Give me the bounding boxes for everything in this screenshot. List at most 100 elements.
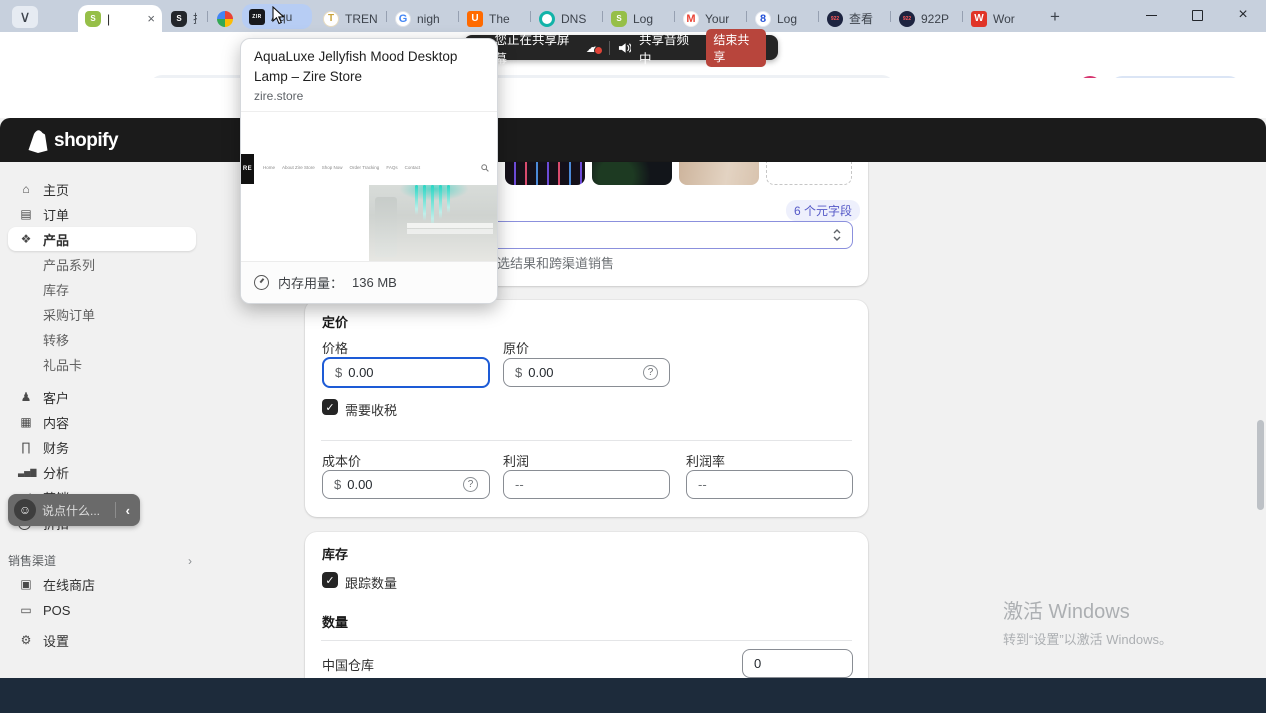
sidebar-item-gift-cards[interactable]: 礼品卡: [8, 352, 196, 376]
tab-close-icon[interactable]: ×: [147, 12, 155, 25]
sidebar-item-analytics[interactable]: ▃▅▇分析: [8, 460, 196, 484]
tab[interactable]: 8 Log: [748, 5, 816, 32]
price-input[interactable]: $ 0.00: [322, 357, 490, 388]
compare-price-input[interactable]: $ 0.00 ?: [503, 358, 670, 387]
screen: ∨ S | × S 搜索 Goo ZIR Aqu T TREN G nigh: [0, 0, 1266, 713]
blue-8-favicon: 8: [755, 11, 771, 27]
tab-divider: [746, 11, 747, 22]
inventory-title: 库存: [322, 544, 348, 563]
card-divider: [321, 640, 852, 641]
sidebar-item-collections[interactable]: 产品系列: [8, 252, 196, 276]
new-tab-button[interactable]: +: [1042, 5, 1068, 29]
cost-input[interactable]: $ 0.00 ?: [322, 470, 490, 499]
sidebar-item-home[interactable]: ⌂主页: [8, 177, 196, 201]
tab-divider: [207, 11, 208, 22]
tax-checkbox[interactable]: ✓: [322, 399, 338, 415]
pos-icon: ▭: [18, 603, 34, 617]
gmail-favicon: M: [683, 11, 699, 27]
sidebar-item-purchase-orders[interactable]: 采购订单: [8, 302, 196, 326]
audio-text: 共享音频中: [639, 29, 698, 67]
tab-hover-preview: AquaLuxe Jellyfish Mood Desktop Lamp – Z…: [240, 38, 498, 304]
preview-footer: 内存用量： 136 MB: [241, 261, 497, 303]
profit-input[interactable]: --: [503, 470, 670, 499]
sidebar-item-pos[interactable]: ▭POS: [8, 598, 196, 622]
sidebar-item-products[interactable]: ❖产品: [8, 227, 196, 251]
site-nav: Home About Zire Store Shop Now Order Tra…: [263, 165, 463, 170]
sales-channels-header[interactable]: 销售渠道 ›: [8, 552, 192, 569]
tab-active[interactable]: S | ×: [78, 5, 162, 32]
window-restore-button[interactable]: [1174, 0, 1220, 30]
window-minimize-button[interactable]: [1128, 0, 1174, 30]
scrollbar-thumb[interactable]: [1257, 420, 1264, 510]
product-photo: [369, 185, 497, 262]
product-thumbnail-beige[interactable]: [679, 162, 759, 185]
memory-value: 136 MB: [352, 275, 397, 290]
preview-title: AquaLuxe Jellyfish Mood Desktop Lamp – Z…: [254, 47, 482, 87]
sidebar-item-online-store[interactable]: ▣在线商店: [8, 572, 196, 596]
person-icon: ♟: [18, 390, 34, 404]
tab[interactable]: T TREN: [316, 5, 384, 32]
stop-share-button[interactable]: 结束共享: [706, 29, 766, 67]
assistant-input[interactable]: 说点什么...: [42, 502, 109, 519]
window-close-button[interactable]: ×: [1220, 0, 1266, 30]
tab-divider: [602, 11, 603, 22]
tab[interactable]: Goo: [210, 5, 240, 32]
tab[interactable]: W Wor: [964, 5, 1032, 32]
add-media-dropzone[interactable]: [766, 162, 852, 185]
media-icon: ▦: [18, 415, 34, 429]
google-g-favicon: G: [395, 11, 411, 27]
tag-icon: ❖: [18, 232, 34, 246]
cost-label: 成本价: [322, 451, 361, 470]
assistant-collapse-icon[interactable]: ‹: [122, 503, 134, 518]
922-favicon: 922: [827, 11, 843, 27]
help-icon[interactable]: ?: [463, 477, 478, 492]
assistant-avatar-icon: ☺: [14, 499, 36, 521]
tab[interactable]: 922 查看: [820, 5, 888, 32]
preview-url: zire.store: [254, 89, 303, 103]
tab-search-chevron-icon[interactable]: ∨: [12, 6, 38, 28]
margin-input[interactable]: --: [686, 470, 853, 499]
price-value: 0.00: [348, 365, 373, 380]
glass-cylinder: [375, 197, 397, 257]
compare-price-value: 0.00: [528, 365, 553, 380]
assistant-widget[interactable]: ☺ 说点什么... ‹: [8, 494, 140, 526]
memory-gauge-icon: [254, 275, 269, 290]
minimize-icon: [1146, 15, 1157, 16]
tab[interactable]: S 搜索: [164, 5, 204, 32]
sidebar-item-settings[interactable]: ⚙设置: [8, 628, 196, 652]
shopify-favicon: S: [611, 11, 627, 27]
tab-divider: [530, 11, 531, 22]
gear-icon: ⚙: [18, 633, 34, 647]
tab-divider: [962, 11, 963, 22]
lamp-glow: [399, 185, 469, 201]
sidebar-item-inventory[interactable]: 库存: [8, 277, 196, 301]
tab[interactable]: G nigh: [388, 5, 456, 32]
metafields-link[interactable]: 6 个元字段: [786, 200, 860, 221]
zire-favicon: ZIR: [249, 9, 265, 25]
product-thumbnail-jellyfish[interactable]: [505, 162, 585, 185]
teal-ring-favicon: [539, 11, 555, 27]
922-favicon: 922: [899, 11, 915, 27]
orders-icon: ▤: [18, 207, 34, 221]
quantity-title: 数量: [322, 612, 348, 631]
product-thumbnail-dark[interactable]: [592, 162, 672, 185]
memory-label: 内存用量：: [278, 273, 343, 292]
sidebar-item-content[interactable]: ▦内容: [8, 410, 196, 434]
pricing-title: 定价: [322, 312, 348, 331]
sidebar-item-orders[interactable]: ▤订单: [8, 202, 196, 226]
track-quantity-checkbox[interactable]: ✓: [322, 572, 338, 588]
sharing-text: 您正在共享屏幕: [495, 29, 578, 67]
sidebar-item-finances[interactable]: ∏财务: [8, 435, 196, 459]
tab[interactable]: 922 922P: [892, 5, 960, 32]
mouse-cursor: [270, 6, 286, 26]
shopify-dark-favicon: S: [171, 11, 187, 27]
compare-price-label: 原价: [503, 338, 529, 357]
sidebar-item-customers[interactable]: ♟客户: [8, 385, 196, 409]
sidebar-item-transfers[interactable]: 转移: [8, 327, 196, 351]
trendsi-favicon: T: [323, 11, 339, 27]
tab-divider: [458, 11, 459, 22]
help-icon[interactable]: ?: [643, 365, 658, 380]
chevron-right-icon: ›: [188, 554, 192, 568]
quantity-input[interactable]: 0: [742, 649, 853, 678]
cloud-record-icon[interactable]: ☁: [586, 40, 601, 55]
